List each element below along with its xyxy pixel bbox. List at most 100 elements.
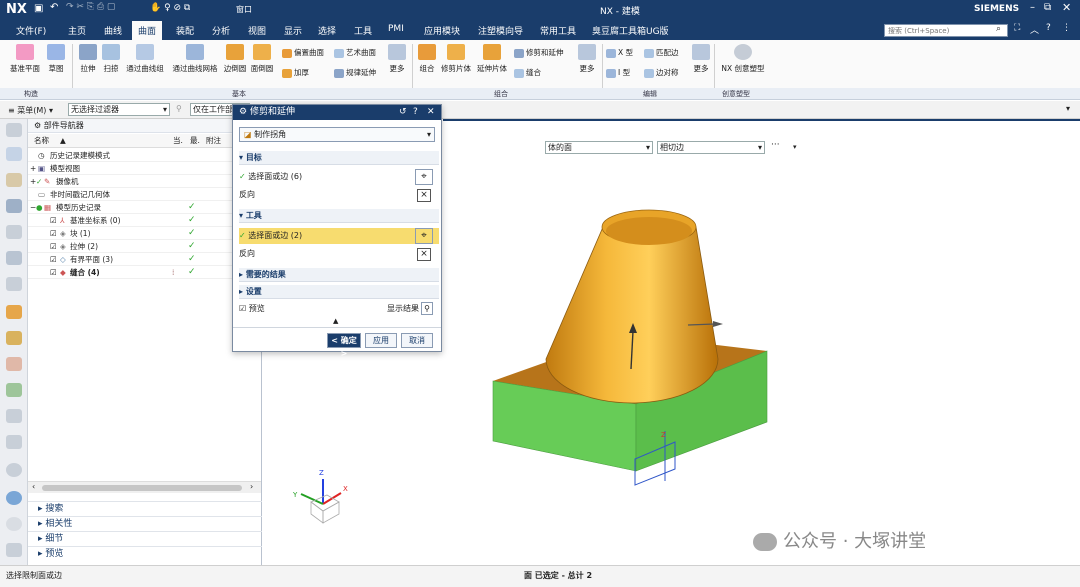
globe-icon[interactable] <box>6 491 22 505</box>
tree-item-non-timestamp[interactable]: ▭ 非时间戳记几何体 <box>28 188 261 201</box>
dependencies-section[interactable]: ▸ 相关性 <box>28 516 262 531</box>
fullscreen-icon[interactable]: ⛶ <box>1014 23 1020 33</box>
basic-more-button[interactable]: 更多 <box>386 42 408 86</box>
tab-view[interactable]: 视图 <box>248 24 266 37</box>
command-search-input[interactable] <box>884 24 1008 37</box>
show-result-button[interactable]: ⚲ <box>421 302 433 315</box>
edit-more-button[interactable]: 更多 <box>690 42 712 86</box>
face-blend-button[interactable]: 面倒圆 <box>248 42 276 86</box>
target-crosshair-button[interactable]: ⌖ <box>415 169 433 185</box>
search-icon[interactable]: ⌕ <box>996 24 1001 34</box>
tab-surface[interactable]: 曲面 <box>132 21 163 42</box>
edge-symmetry-button[interactable]: 边对称 <box>644 66 679 80</box>
checkbox[interactable]: ☑ <box>50 240 57 253</box>
thicken-button[interactable]: 加厚 <box>282 66 309 80</box>
cancel-button[interactable]: 取消 <box>401 333 433 348</box>
combine-button[interactable]: 组合 <box>416 42 438 86</box>
sort-icon[interactable]: ▲ <box>60 134 66 148</box>
extrude-button[interactable]: 拉伸 <box>76 42 100 86</box>
options-icon[interactable]: ⋮ <box>1062 23 1071 33</box>
offset-surface-button[interactable]: 偏置曲面 <box>282 46 324 60</box>
file-menu[interactable]: 文件(F) <box>16 24 46 37</box>
desired-result-header[interactable]: ▸ 需要的结果 <box>239 268 439 282</box>
settings-header[interactable]: ▸ 设置 <box>239 285 439 299</box>
tree-item-datum-csys[interactable]: ☑ ⅄ 基准坐标系 (0) ✓ <box>28 214 261 227</box>
menu-button[interactable]: ≡ 菜单(M) ▾ <box>8 105 53 116</box>
apply-button[interactable]: 应用 <box>365 333 397 348</box>
nx-realize-shape-button[interactable]: NX 创意塑型 <box>718 42 768 86</box>
checkbox[interactable]: ☑ <box>50 266 57 279</box>
expand-icon[interactable]: + <box>30 162 36 175</box>
sweep-button[interactable]: 扫掠 <box>100 42 122 86</box>
web-browser-icon[interactable] <box>6 277 22 291</box>
clock-icon[interactable] <box>6 517 22 531</box>
sphere-icon[interactable] <box>6 463 22 477</box>
tree-item-bounded-plane[interactable]: ☑ ◇ 有界平面 (3) ✓ <box>28 253 261 266</box>
undo-icon[interactable]: ↶ <box>50 2 58 13</box>
x-form-button[interactable]: X 型 <box>606 46 633 60</box>
tab-common-tools[interactable]: 常用工具 <box>540 24 576 37</box>
assembly-navigator-icon[interactable] <box>6 147 22 161</box>
selection-filter-dropdown[interactable]: 无选择过滤器 ▾ <box>68 103 170 116</box>
touch-mode-icon[interactable]: ✋ ♀ ⊘ ⧉ <box>150 3 190 13</box>
scroll-left-icon[interactable]: ‹ <box>32 482 35 491</box>
scroll-right-icon[interactable]: › <box>250 482 253 491</box>
column-note[interactable]: 附注 <box>206 134 221 148</box>
type-dropdown[interactable]: ◪ 制作拐角 ▾ <box>239 127 435 142</box>
help-icon[interactable]: ? <box>413 105 418 120</box>
match-edge-button[interactable]: 匹配边 <box>644 46 679 60</box>
camera-icon[interactable] <box>6 543 22 557</box>
tab-display[interactable]: 显示 <box>284 24 302 37</box>
close-window-icon[interactable]: ✕ <box>1062 1 1071 14</box>
tab-assembly[interactable]: 装配 <box>176 24 194 37</box>
scrollbar-thumb[interactable] <box>42 485 242 491</box>
checkbox[interactable]: ☑ <box>50 227 57 240</box>
tree-item-camera[interactable]: + ✓ ✎ 摄像机 <box>28 175 261 188</box>
redo-icon[interactable]: ↷ ✂ ⎘ ⎙ ▢ <box>66 2 115 12</box>
filter-icon[interactable]: ⚲ <box>176 104 182 113</box>
role-icon[interactable] <box>6 409 22 423</box>
collapse-icon[interactable]: ▲ <box>333 317 338 325</box>
reverse-direction-button[interactable]: ⨯ <box>417 189 431 202</box>
law-extension-button[interactable]: 规律延伸 <box>334 66 376 80</box>
tool-crosshair-button[interactable]: ⌖ <box>415 228 433 244</box>
close-icon[interactable]: ✕ <box>427 105 435 120</box>
constraint-navigator-icon[interactable] <box>6 173 22 187</box>
reverse-direction-button[interactable]: ⨯ <box>417 248 431 261</box>
process-studio-icon[interactable] <box>6 357 22 371</box>
tool-select-row[interactable]: ✓ 选择面或边 (2) ⌖ <box>239 228 439 244</box>
tab-toolbox[interactable]: 臭豆腐工具箱UG版 <box>592 24 669 37</box>
preview-section[interactable]: ▸ 预览 <box>28 546 262 561</box>
tab-mold-wizard[interactable]: 注塑模向导 <box>478 24 523 37</box>
datum-plane-button[interactable]: 基准平面 <box>8 42 42 86</box>
tree-item-extrude[interactable]: ☑ ◈ 拉伸 (2) ✓ <box>28 240 261 253</box>
column-latest[interactable]: 最. <box>190 134 200 148</box>
tree-item-sew[interactable]: ☑ ◆ 缝合 (4) ⁞ ✓ <box>28 266 261 279</box>
extend-sheet-button[interactable]: 延伸片体 <box>474 42 510 86</box>
trim-extend-button[interactable]: 修剪和延伸 <box>514 46 564 60</box>
manufacturing-wizard-icon[interactable] <box>6 383 22 397</box>
sew-button[interactable]: 缝合 <box>514 66 541 80</box>
hd3d-icon[interactable] <box>6 251 22 265</box>
ok-button[interactable]: < 确定 > <box>327 333 361 358</box>
tab-curve[interactable]: 曲线 <box>104 24 122 37</box>
horizontal-scrollbar[interactable]: ‹ › <box>28 481 261 493</box>
tab-select[interactable]: 选择 <box>318 24 336 37</box>
tree-item-history-mode[interactable]: ◷ 历史记录建模模式 <box>28 149 261 162</box>
reset-icon[interactable]: ↺ <box>399 105 407 120</box>
collapse-ribbon-icon[interactable]: ︿ <box>1030 23 1039 36</box>
studio-surface-button[interactable]: 艺术曲面 <box>334 46 376 60</box>
system-materials-icon[interactable] <box>6 331 22 345</box>
tool-section-header[interactable]: ▾ 工具 <box>239 209 439 223</box>
column-current[interactable]: 当. <box>173 134 183 148</box>
column-name[interactable]: 名称 <box>34 134 49 148</box>
trim-sheet-button[interactable]: 修剪片体 <box>438 42 474 86</box>
minimize-icon[interactable]: – <box>1030 2 1035 13</box>
target-select-row[interactable]: ✓ 选择面或边 (6) ⌖ <box>239 169 439 185</box>
toolbar-overflow-icon[interactable]: ▾ <box>1066 104 1070 113</box>
tree-item-model-history[interactable]: − ● ▦ 模型历史记录 ✓ <box>28 201 261 214</box>
edge-blend-button[interactable]: 边倒圆 <box>222 42 248 86</box>
target-section-header[interactable]: ▾ 目标 <box>239 151 439 165</box>
tab-application[interactable]: 应用模块 <box>424 24 460 37</box>
settings-icon[interactable] <box>6 123 22 137</box>
